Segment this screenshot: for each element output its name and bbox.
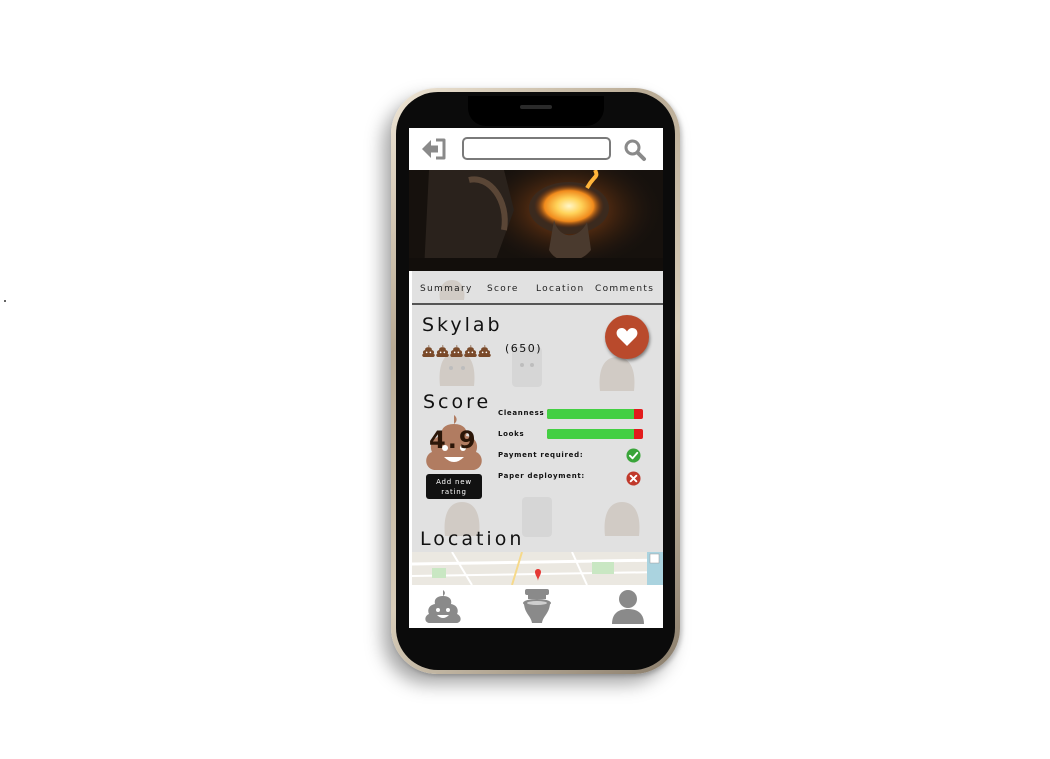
search-input[interactable] — [462, 137, 611, 160]
rating-poop-icon — [436, 344, 449, 357]
map-tiles — [412, 552, 663, 585]
cross-icon — [626, 471, 641, 486]
stray-dot — [4, 300, 6, 302]
poop-icon[interactable] — [425, 588, 461, 624]
rating-poop-icon — [422, 344, 435, 357]
tab-location[interactable]: Location — [536, 284, 584, 294]
metric-cleanness-label: Cleanness — [498, 409, 545, 417]
tab-score[interactable]: Score — [487, 284, 519, 294]
review-count: (650) — [505, 342, 543, 355]
tab-bar: Summary Score Location Comments — [412, 271, 663, 305]
background-mascot — [599, 357, 635, 391]
background-mascot — [604, 502, 640, 536]
metric-looks-bar — [547, 429, 643, 439]
metric-looks-label: Looks — [498, 430, 525, 438]
rating-poop-icon — [478, 344, 491, 357]
favorite-button[interactable] — [605, 315, 649, 359]
app-screen: Summary Score Location Comments Skylab (… — [409, 128, 663, 628]
paper-deployment-label: Paper deployment: — [498, 472, 585, 480]
check-icon — [626, 448, 641, 463]
tab-summary[interactable]: Summary — [420, 284, 473, 294]
phone-notch — [468, 96, 604, 126]
rating-poop-icon — [450, 344, 463, 357]
rating-poop-icon — [464, 344, 477, 357]
hero-photo — [409, 170, 663, 271]
add-rating-button[interactable]: Add new rating — [426, 474, 482, 499]
rating-icons — [422, 342, 492, 357]
phone-speaker — [520, 105, 552, 109]
add-rating-label-line1: Add new — [436, 478, 472, 486]
payment-required-label: Payment required: — [498, 451, 584, 459]
score-heading: Score — [423, 391, 492, 413]
location-heading: Location — [420, 528, 525, 550]
toilet-icon[interactable] — [519, 588, 555, 624]
metric-cleanness-fill — [547, 409, 635, 419]
heart-icon — [616, 328, 638, 346]
add-rating-label-line2: rating — [441, 488, 467, 496]
score-value: 4.9 — [429, 426, 478, 454]
place-name: Skylab — [422, 314, 503, 336]
top-bar — [409, 128, 663, 170]
bottom-nav — [409, 585, 663, 628]
location-map[interactable] — [412, 552, 663, 585]
hero-photo-illustration — [409, 170, 663, 271]
tab-comments[interactable]: Comments — [595, 284, 654, 294]
user-icon[interactable] — [610, 588, 646, 624]
search-icon[interactable] — [623, 138, 647, 162]
metric-looks-fill — [547, 429, 635, 439]
metric-cleanness-bar — [547, 409, 643, 419]
back-icon[interactable] — [419, 137, 447, 161]
detail-panel: Summary Score Location Comments Skylab (… — [412, 271, 663, 585]
